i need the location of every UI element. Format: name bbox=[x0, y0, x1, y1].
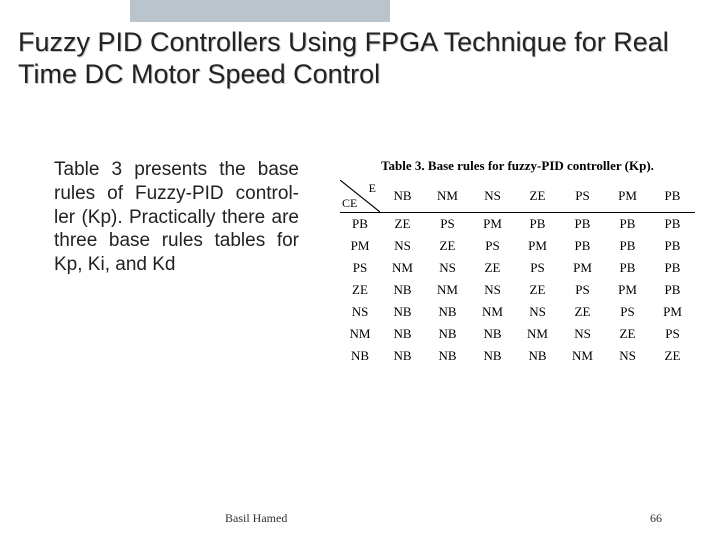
row-label: NB bbox=[340, 345, 380, 367]
table-cell: PB bbox=[515, 213, 560, 236]
row-label: NS bbox=[340, 301, 380, 323]
col-header: ZE bbox=[515, 180, 560, 213]
table-cell: PB bbox=[605, 257, 650, 279]
table-cell: NB bbox=[470, 345, 515, 367]
table-corner-cell: E CE bbox=[340, 180, 380, 213]
footer-author: Basil Hamed bbox=[225, 511, 287, 526]
table-cell: NB bbox=[425, 301, 470, 323]
table-cell: PB bbox=[605, 235, 650, 257]
table-caption: Table 3. Base rules for fuzzy-PID contro… bbox=[340, 158, 695, 174]
table-cell: PS bbox=[605, 301, 650, 323]
row-label: PM bbox=[340, 235, 380, 257]
table-cell: ZE bbox=[650, 345, 695, 367]
table-cell: ZE bbox=[425, 235, 470, 257]
row-label: NM bbox=[340, 323, 380, 345]
table-cell: PM bbox=[650, 301, 695, 323]
col-header: NS bbox=[470, 180, 515, 213]
col-header: PB bbox=[650, 180, 695, 213]
table-cell: ZE bbox=[605, 323, 650, 345]
body-paragraph: Table 3 presents the base rules of Fuzzy… bbox=[54, 158, 299, 277]
table-cell: NS bbox=[560, 323, 605, 345]
row-label: PS bbox=[340, 257, 380, 279]
table-cell: ZE bbox=[560, 301, 605, 323]
col-header: PS bbox=[560, 180, 605, 213]
table-cell: PB bbox=[560, 235, 605, 257]
rules-table: E CE NB NM NS ZE PS PM PB PBZEPSPMPBPBPB… bbox=[340, 180, 695, 367]
col-axis-label: E bbox=[369, 181, 376, 196]
table-cell: PB bbox=[650, 279, 695, 301]
table-cell: PB bbox=[650, 213, 695, 236]
table-cell: NM bbox=[470, 301, 515, 323]
table-cell: PM bbox=[470, 213, 515, 236]
table-row: ZENBNMNSZEPSPMPB bbox=[340, 279, 695, 301]
table-cell: ZE bbox=[515, 279, 560, 301]
rules-table-container: Table 3. Base rules for fuzzy-PID contro… bbox=[340, 158, 695, 367]
table-row: NBNBNBNBNBNMNSZE bbox=[340, 345, 695, 367]
table-row: PMNSZEPSPMPBPBPB bbox=[340, 235, 695, 257]
table-cell: NS bbox=[380, 235, 425, 257]
table-cell: PS bbox=[425, 213, 470, 236]
table-row: NMNBNBNBNMNSZEPS bbox=[340, 323, 695, 345]
row-label: PB bbox=[340, 213, 380, 236]
footer-page-number: 66 bbox=[650, 511, 662, 526]
slide-title: Fuzzy PID Controllers Using FPGA Techniq… bbox=[18, 26, 702, 91]
table-row: NSNBNBNMNSZEPSPM bbox=[340, 301, 695, 323]
table-cell: NB bbox=[425, 323, 470, 345]
table-cell: NM bbox=[425, 279, 470, 301]
table-cell: NB bbox=[380, 279, 425, 301]
table-cell: NM bbox=[515, 323, 560, 345]
row-axis-label: CE bbox=[342, 196, 357, 211]
table-cell: PM bbox=[605, 279, 650, 301]
table-cell: PB bbox=[650, 235, 695, 257]
table-cell: ZE bbox=[470, 257, 515, 279]
table-cell: PS bbox=[515, 257, 560, 279]
table-cell: NS bbox=[425, 257, 470, 279]
col-header: PM bbox=[605, 180, 650, 213]
decorative-top-bar bbox=[130, 0, 390, 22]
table-row: PSNMNSZEPSPMPBPB bbox=[340, 257, 695, 279]
table-cell: ZE bbox=[380, 213, 425, 236]
table-row: PBZEPSPMPBPBPBPB bbox=[340, 213, 695, 236]
table-cell: PB bbox=[605, 213, 650, 236]
table-cell: NB bbox=[380, 345, 425, 367]
row-label: ZE bbox=[340, 279, 380, 301]
col-header: NM bbox=[425, 180, 470, 213]
table-cell: NB bbox=[470, 323, 515, 345]
table-cell: PB bbox=[650, 257, 695, 279]
table-cell: NB bbox=[425, 345, 470, 367]
table-cell: PS bbox=[650, 323, 695, 345]
table-cell: NB bbox=[380, 301, 425, 323]
table-cell: PM bbox=[515, 235, 560, 257]
table-cell: PM bbox=[560, 257, 605, 279]
table-cell: NS bbox=[515, 301, 560, 323]
col-header: NB bbox=[380, 180, 425, 213]
table-cell: NS bbox=[605, 345, 650, 367]
table-cell: NS bbox=[470, 279, 515, 301]
table-cell: NB bbox=[515, 345, 560, 367]
table-cell: PS bbox=[470, 235, 515, 257]
table-cell: NM bbox=[560, 345, 605, 367]
table-cell: PB bbox=[560, 213, 605, 236]
table-cell: NM bbox=[380, 257, 425, 279]
table-cell: PS bbox=[560, 279, 605, 301]
table-cell: NB bbox=[380, 323, 425, 345]
table-header-row: E CE NB NM NS ZE PS PM PB bbox=[340, 180, 695, 213]
